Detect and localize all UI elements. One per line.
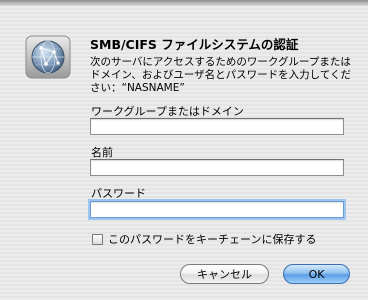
ok-button[interactable]: OK [283,264,350,284]
dialog-message: 次のサーバにアクセスするためのワークグループまたはドメイン、およびユーザ名とパス… [90,56,352,94]
keychain-checkbox-label: このパスワードをキーチェーンに保存する [108,233,317,246]
password-label: パスワード [91,187,146,200]
password-field[interactable] [90,201,344,218]
cancel-button[interactable]: キャンセル [180,264,269,284]
network-globe-icon [25,35,71,79]
workgroup-field[interactable] [90,118,344,135]
workgroup-label: ワークグループまたはドメイン [91,105,244,118]
keychain-checkbox-row[interactable]: このパスワードをキーチェーンに保存する [92,231,316,247]
sheet-top-edge [0,0,368,6]
name-label: 名前 [91,146,113,159]
keychain-checkbox[interactable] [92,233,103,245]
dialog-title: SMB/CIFS ファイルシステムの認証 [90,37,299,52]
name-field[interactable] [90,159,344,176]
